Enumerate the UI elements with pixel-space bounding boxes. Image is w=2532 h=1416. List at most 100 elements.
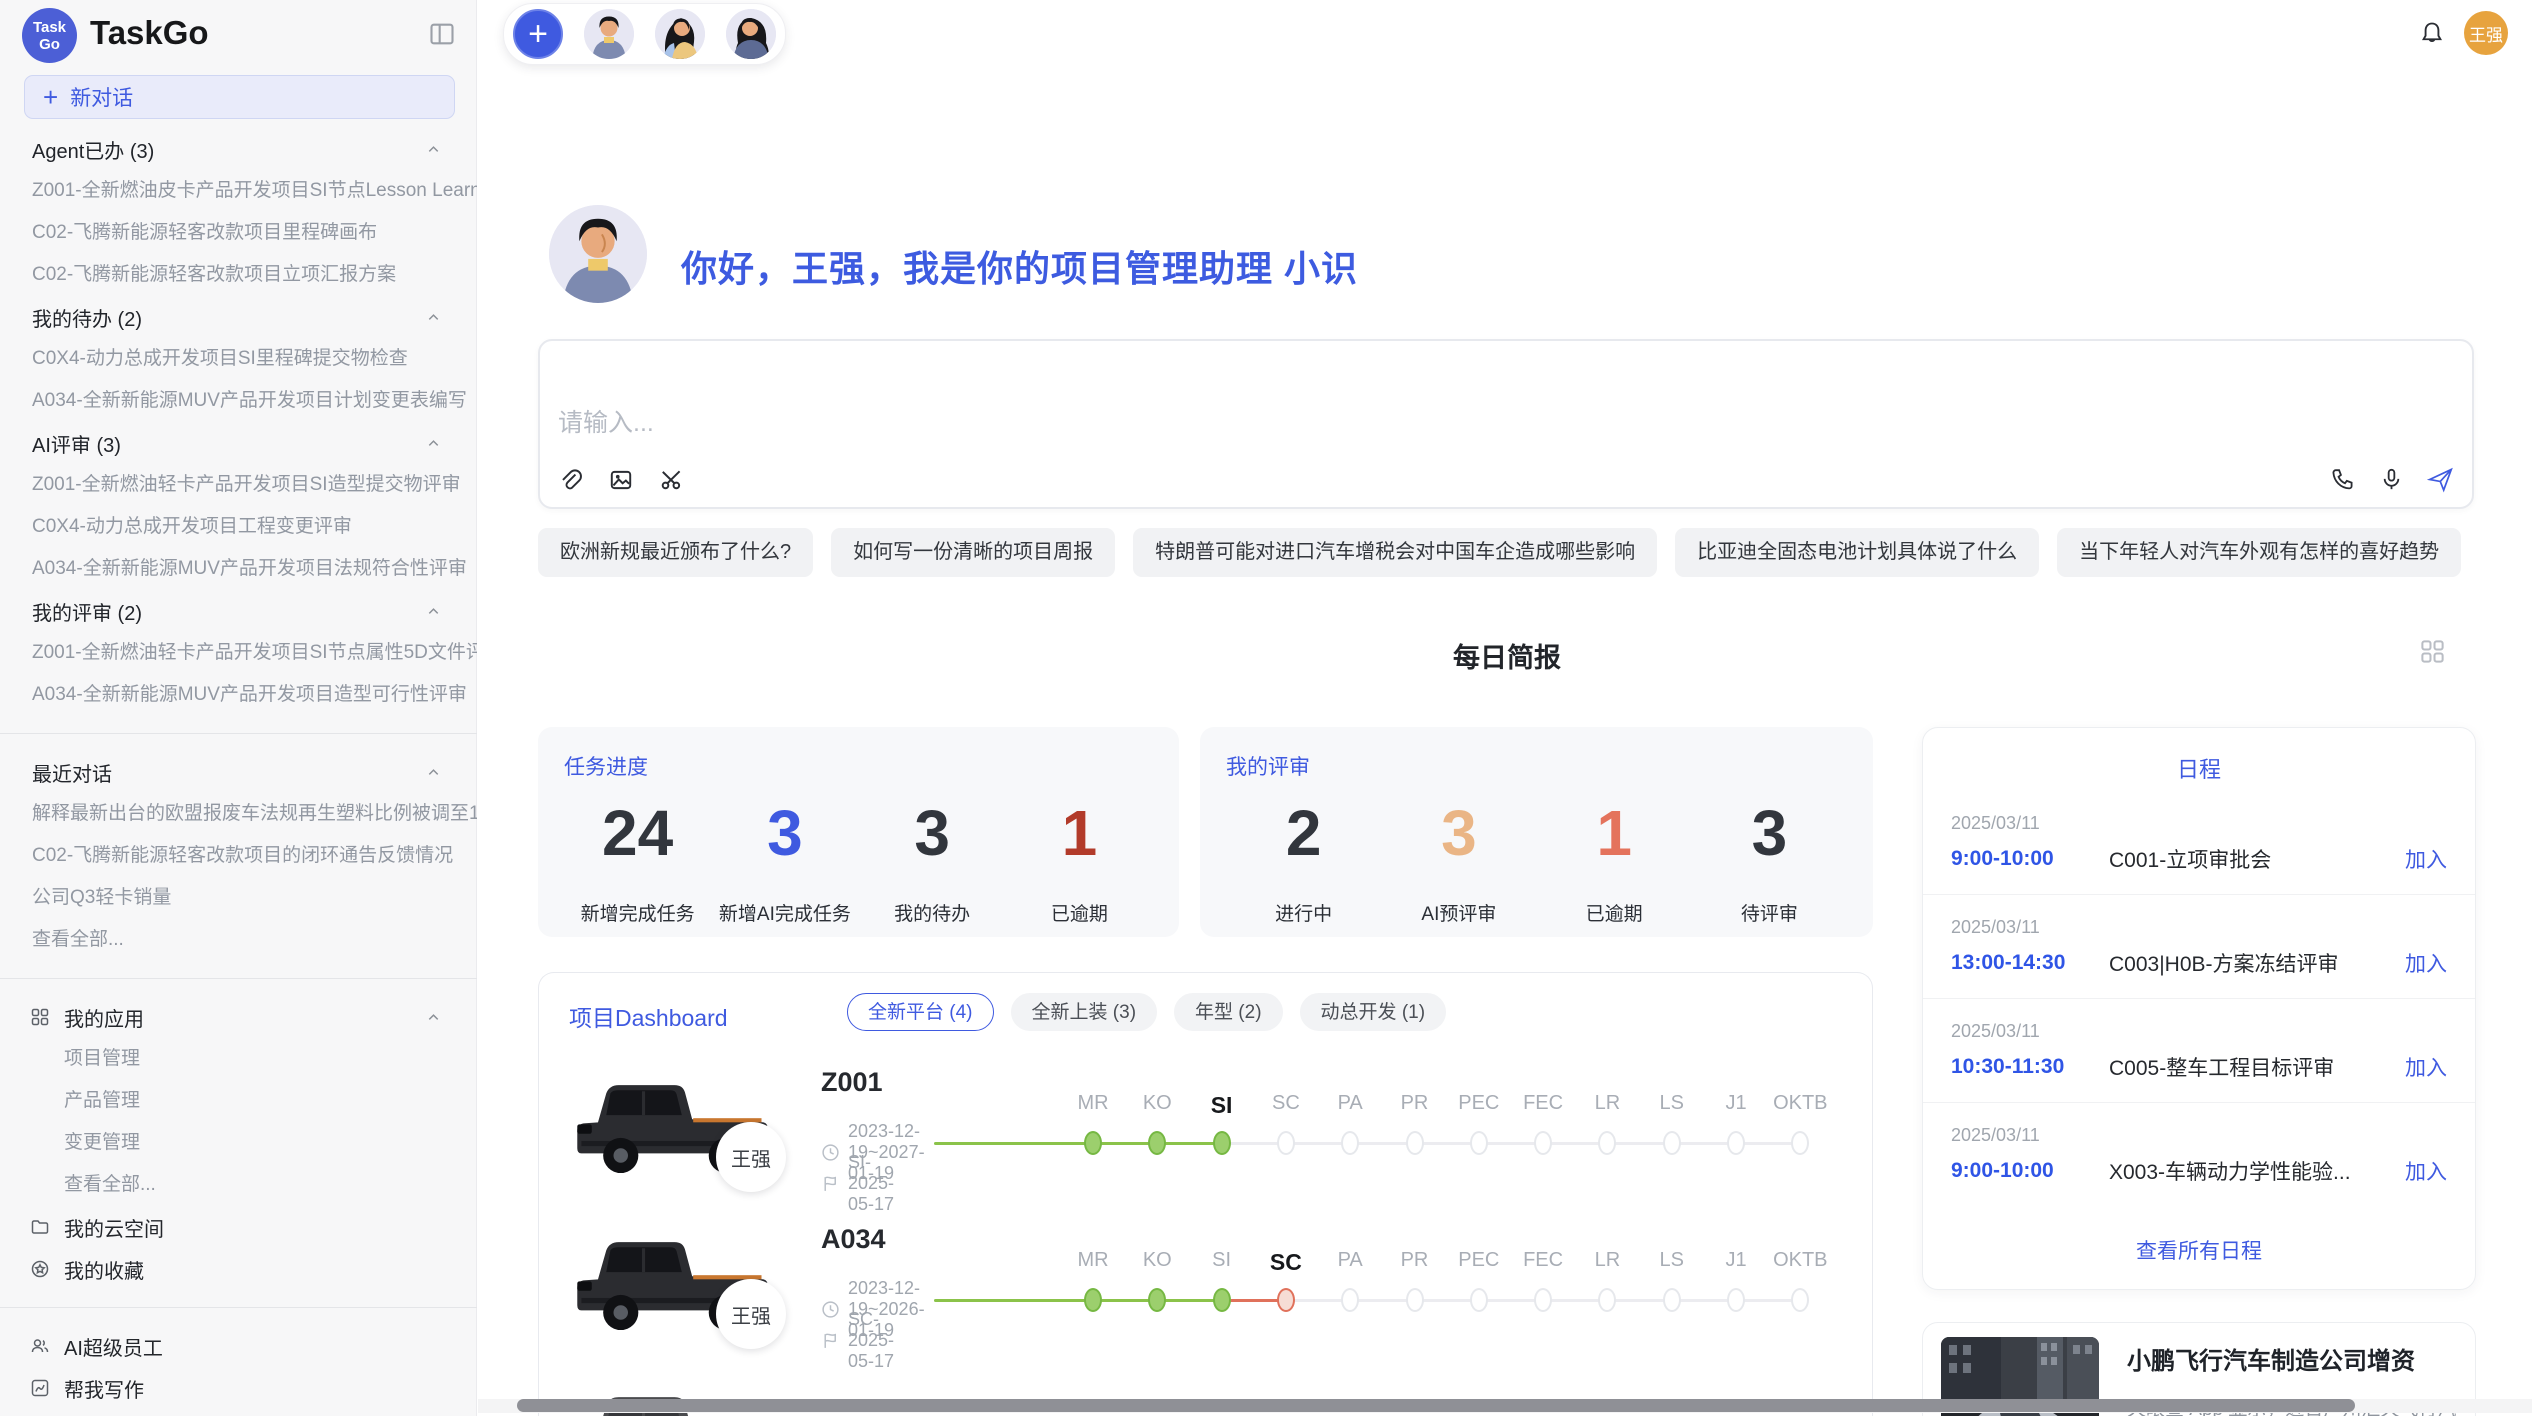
sidebar-item-folder[interactable]: 我的云空间 <box>0 1206 477 1248</box>
milestone-dot-ls[interactable] <box>1663 1131 1681 1155</box>
chat-composer[interactable]: 请输入... <box>538 339 2474 509</box>
microphone-icon[interactable] <box>2378 466 2405 493</box>
sidebar-tool-pen[interactable]: 创意制图 <box>0 1409 477 1416</box>
dashboard-tab[interactable]: 全新平台 (4) <box>847 993 994 1031</box>
sidebar-section-header[interactable]: 我的待办 (2) <box>0 296 477 338</box>
milestone-dot-j1[interactable] <box>1727 1288 1745 1312</box>
sidebar-tool-users[interactable]: AI超级员工 <box>0 1325 477 1367</box>
chevron-up-icon[interactable] <box>426 310 441 325</box>
suggestion-chip[interactable]: 比亚迪全固态电池计划具体说了什么 <box>1675 528 2039 577</box>
horizontal-scrollbar-thumb[interactable] <box>517 1399 2355 1412</box>
milestone-dot-pr[interactable] <box>1406 1131 1424 1155</box>
sidebar-section-recent[interactable]: 最近对话 <box>0 751 477 793</box>
milestone-dot-ls[interactable] <box>1663 1288 1681 1312</box>
milestone-dot-fec[interactable] <box>1534 1131 1552 1155</box>
view-all-schedule-link[interactable]: 查看所有日程 <box>1923 1235 2475 1265</box>
layout-grid-icon[interactable] <box>2419 638 2446 665</box>
milestone-dot-lr[interactable] <box>1598 1288 1616 1312</box>
sidebar-item[interactable]: A034-全新新能源MUV产品开发项目造型可行性评审 <box>0 674 477 716</box>
join-link[interactable]: 加入 <box>2405 948 2447 978</box>
suggestion-chip[interactable]: 特朗普可能对进口汽车增税会对中国车企造成哪些影响 <box>1133 528 1657 577</box>
chevron-up-icon[interactable] <box>426 436 441 451</box>
sidebar-section-header[interactable]: Agent已办 (3) <box>0 128 477 170</box>
sidebar-tool-write[interactable]: 帮我写作 <box>0 1367 477 1409</box>
milestone-dot-ko[interactable] <box>1148 1131 1166 1155</box>
milestone-dot-oktb[interactable] <box>1791 1131 1809 1155</box>
sidebar-item[interactable]: C0X4-动力总成开发项目SI里程碑提交物检查 <box>0 338 477 380</box>
sidebar-section-header[interactable]: 我的评审 (2) <box>0 590 477 632</box>
schedule-card: 日程 2025/03/119:00-10:00C001-立项审批会加入2025/… <box>1922 727 2476 1290</box>
milestone-dot-mr[interactable] <box>1084 1288 1102 1312</box>
sidebar-item-medal[interactable]: 我的收藏 <box>0 1248 477 1290</box>
stat-label: 我的待办 <box>859 899 1006 926</box>
chevron-up-icon[interactable] <box>426 604 441 619</box>
milestone-dot-sc[interactable] <box>1277 1288 1295 1312</box>
sidebar-item[interactable]: 查看全部... <box>0 919 477 961</box>
phone-icon[interactable] <box>2329 466 2356 493</box>
dashboard-tab[interactable]: 全新上装 (3) <box>1011 993 1158 1031</box>
member-avatar-2[interactable] <box>655 9 705 59</box>
sidebar-item[interactable]: C02-飞腾新能源轻客改款项目里程碑画布 <box>0 212 477 254</box>
milestone-dot-pr[interactable] <box>1406 1288 1424 1312</box>
join-link[interactable]: 加入 <box>2405 1052 2447 1082</box>
milestone-dot-pa[interactable] <box>1341 1131 1359 1155</box>
sidebar-item-my-apps[interactable]: 我的应用 <box>0 996 477 1038</box>
sidebar-item[interactable]: C0X4-动力总成开发项目工程变更评审 <box>0 506 477 548</box>
sidebar-item[interactable]: 查看全部... <box>0 1164 477 1206</box>
sidebar-item[interactable]: C02-飞腾新能源轻客改款项目的闭环通告反馈情况 <box>0 835 477 877</box>
image-icon[interactable] <box>607 466 634 493</box>
milestone-dot-pa[interactable] <box>1341 1288 1359 1312</box>
suggestion-chip[interactable]: 如何写一份清晰的项目周报 <box>831 528 1115 577</box>
sidebar-item[interactable]: 公司Q3轻卡销量 <box>0 877 477 919</box>
join-link[interactable]: 加入 <box>2405 1156 2447 1186</box>
chevron-up-icon[interactable] <box>426 765 441 780</box>
sidebar-item[interactable]: 解释最新出台的欧盟报废车法规再生塑料比例被调至15%... <box>0 793 477 835</box>
milestone-dot-j1[interactable] <box>1727 1131 1745 1155</box>
member-avatar-3[interactable] <box>726 9 776 59</box>
milestone-dot-pec[interactable] <box>1470 1288 1488 1312</box>
member-avatar-1[interactable] <box>584 9 634 59</box>
milestone-dot-si[interactable] <box>1213 1288 1231 1312</box>
attachment-icon[interactable] <box>556 466 583 493</box>
join-link[interactable]: 加入 <box>2405 844 2447 874</box>
sidebar-item[interactable]: 产品管理 <box>0 1080 477 1122</box>
schedule-item[interactable]: 2025/03/1110:30-11:30C005-整车工程目标评审加入 <box>1923 999 2475 1103</box>
suggestion-chip[interactable]: 欧洲新规最近颁布了什么? <box>538 528 813 577</box>
sidebar-item[interactable]: Z001-全新燃油皮卡产品开发项目SI节点Lesson Learn报告 <box>0 170 477 212</box>
project-name[interactable]: A034 <box>821 1224 886 1255</box>
milestone-dot-mr[interactable] <box>1084 1131 1102 1155</box>
sidebar-item[interactable]: 项目管理 <box>0 1038 477 1080</box>
milestone-dot-lr[interactable] <box>1598 1131 1616 1155</box>
milestone-dot-pec[interactable] <box>1470 1131 1488 1155</box>
milestone-dot-ko[interactable] <box>1148 1288 1166 1312</box>
suggestion-chip[interactable]: 当下年轻人对汽车外观有怎样的喜好趋势 <box>2057 528 2461 577</box>
sidebar-item[interactable]: A034-全新新能源MUV产品开发项目计划变更表编写 <box>0 380 477 422</box>
sidebar-item[interactable]: A034-全新新能源MUV产品开发项目法规符合性评审 <box>0 548 477 590</box>
sidebar-section-header[interactable]: AI评审 (3) <box>0 422 477 464</box>
dashboard-tab[interactable]: 动总开发 (1) <box>1300 993 1447 1031</box>
sidebar-item[interactable]: Z001-全新燃油轻卡产品开发项目SI节点属性5D文件评审 <box>0 632 477 674</box>
project-name[interactable]: Z001 <box>821 1067 883 1098</box>
stat-label: 已逾期 <box>1537 899 1692 926</box>
milestone-dot-oktb[interactable] <box>1791 1288 1809 1312</box>
schedule-item[interactable]: 2025/03/1113:00-14:30C003|H0B-方案冻结评审加入 <box>1923 895 2475 999</box>
stat-value: 1 <box>1006 797 1153 869</box>
sidebar-item[interactable]: Z001-全新燃油轻卡产品开发项目SI造型提交物评审 <box>0 464 477 506</box>
notification-bell-icon[interactable] <box>2418 20 2446 48</box>
add-member-button[interactable]: + <box>513 9 563 59</box>
send-icon[interactable] <box>2427 466 2454 493</box>
milestone-dot-fec[interactable] <box>1534 1288 1552 1312</box>
chevron-up-icon[interactable] <box>426 142 441 157</box>
schedule-item[interactable]: 2025/03/119:00-10:00C001-立项审批会加入 <box>1923 791 2475 895</box>
sidebar-item[interactable]: C02-飞腾新能源轻客改款项目立项汇报方案 <box>0 254 477 296</box>
chevron-up-icon[interactable] <box>426 1010 441 1025</box>
milestone-dot-sc[interactable] <box>1277 1131 1295 1155</box>
screenshot-scissors-icon[interactable] <box>658 466 685 493</box>
schedule-item[interactable]: 2025/03/119:00-10:00X003-车辆动力学性能验...加入 <box>1923 1103 2475 1207</box>
user-avatar[interactable]: 王强 <box>2464 11 2508 55</box>
new-chat-button[interactable]: + 新对话 <box>24 75 455 119</box>
dashboard-tab[interactable]: 年型 (2) <box>1174 993 1283 1031</box>
sidebar-item[interactable]: 变更管理 <box>0 1122 477 1164</box>
milestone-dot-si[interactable] <box>1213 1131 1231 1155</box>
sidebar-collapse-icon[interactable] <box>428 20 456 48</box>
